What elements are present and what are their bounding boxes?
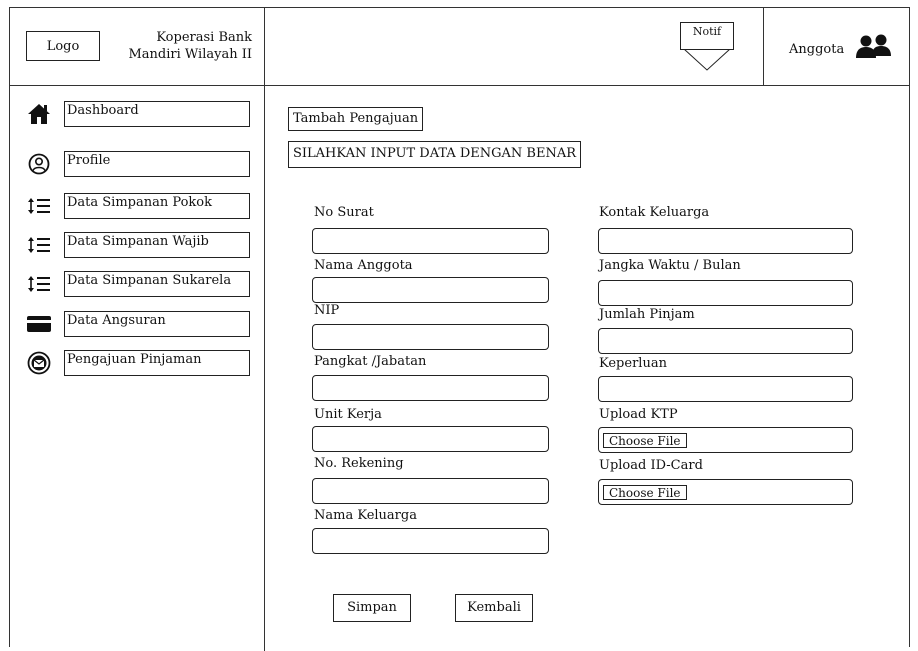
sidebar-item-data-simpanan-sukarela[interactable]: Data Simpanan Sukarela bbox=[26, 271, 252, 297]
jangka-waktu-input[interactable] bbox=[598, 280, 853, 306]
sidebar-divider bbox=[264, 7, 265, 651]
page-title: Tambah Pengajuan bbox=[288, 107, 424, 131]
sidebar-item-label: Dashboard bbox=[64, 101, 250, 127]
jumlah-pinjam-input[interactable] bbox=[598, 328, 853, 354]
envelope-circle-icon bbox=[26, 350, 52, 376]
field-label: Jumlah Pinjam bbox=[599, 307, 695, 322]
upload-ktp-input[interactable]: Choose File bbox=[598, 427, 853, 453]
field-label: Jangka Waktu / Bulan bbox=[599, 258, 741, 273]
card-icon bbox=[26, 311, 52, 337]
user-circle-icon bbox=[26, 151, 52, 177]
nama-keluarga-input[interactable] bbox=[312, 528, 549, 554]
notification-label: Notif bbox=[680, 22, 734, 50]
logo[interactable]: Logo bbox=[26, 31, 100, 61]
home-icon bbox=[26, 101, 52, 127]
sidebar-item-label: Data Angsuran bbox=[64, 311, 250, 337]
save-button[interactable]: Simpan bbox=[333, 594, 411, 622]
field-label: Pangkat /Jabatan bbox=[314, 354, 427, 369]
pangkat-jabatan-input[interactable] bbox=[312, 375, 549, 401]
no-rekening-input[interactable] bbox=[312, 478, 549, 504]
brand-line1: Koperasi Bank bbox=[156, 30, 252, 45]
sort-list-icon bbox=[26, 232, 52, 258]
choose-file-button[interactable]: Choose File bbox=[603, 433, 687, 448]
sort-list-icon bbox=[26, 193, 52, 219]
sidebar-item-data-simpanan-pokok[interactable]: Data Simpanan Pokok bbox=[26, 193, 252, 219]
sidebar-item-data-simpanan-wajib[interactable]: Data Simpanan Wajib bbox=[26, 232, 252, 258]
field-label: No Surat bbox=[314, 205, 374, 220]
brand-line2: Mandiri Wilayah II bbox=[128, 47, 253, 62]
sidebar-item-pengajuan-pinjaman[interactable]: Pengajuan Pinjaman bbox=[26, 350, 252, 376]
sidebar-item-dashboard[interactable]: Dashboard bbox=[26, 101, 252, 127]
header-divider bbox=[9, 85, 910, 86]
sidebar-item-label: Data Simpanan Pokok bbox=[64, 193, 250, 219]
field-label: NIP bbox=[314, 303, 340, 318]
keperluan-input[interactable] bbox=[598, 376, 853, 402]
field-label: Keperluan bbox=[599, 356, 667, 371]
field-label: Upload KTP bbox=[599, 407, 678, 422]
field-label: Nama Keluarga bbox=[314, 508, 417, 523]
field-label: No. Rekening bbox=[314, 456, 404, 471]
nama-anggota-input[interactable] bbox=[312, 277, 549, 303]
field-label: Unit Kerja bbox=[314, 407, 382, 422]
form-notice: SILAHKAN INPUT DATA DENGAN BENAR bbox=[288, 141, 582, 168]
sort-list-icon bbox=[26, 271, 52, 297]
no-surat-input[interactable] bbox=[312, 228, 549, 254]
field-label: Kontak Keluarga bbox=[599, 205, 710, 220]
sidebar-item-label: Pengajuan Pinjaman bbox=[64, 350, 250, 376]
notification-button[interactable]: Notif bbox=[680, 22, 734, 74]
field-label: Nama Anggota bbox=[314, 258, 413, 273]
nip-input[interactable] bbox=[312, 324, 549, 350]
app-title: Koperasi Bank Mandiri Wilayah II bbox=[104, 29, 253, 63]
sidebar-item-label: Data Simpanan Wajib bbox=[64, 232, 250, 258]
choose-file-button[interactable]: Choose File bbox=[603, 485, 687, 500]
sidebar-item-label: Data Simpanan Sukarela bbox=[64, 271, 250, 297]
user-menu-label[interactable]: Anggota bbox=[789, 42, 844, 57]
sidebar-item-label: Profile bbox=[64, 151, 250, 177]
field-label: Upload ID-Card bbox=[599, 458, 703, 473]
upload-id-card-input[interactable]: Choose File bbox=[598, 479, 853, 505]
sidebar-item-data-angsuran[interactable]: Data Angsuran bbox=[26, 311, 252, 337]
kontak-keluarga-input[interactable] bbox=[598, 228, 853, 254]
header-user-divider bbox=[763, 7, 764, 86]
sidebar-item-profile[interactable]: Profile bbox=[26, 151, 252, 177]
unit-kerja-input[interactable] bbox=[312, 426, 549, 452]
users-icon[interactable] bbox=[855, 34, 893, 60]
back-button[interactable]: Kembali bbox=[455, 594, 533, 622]
